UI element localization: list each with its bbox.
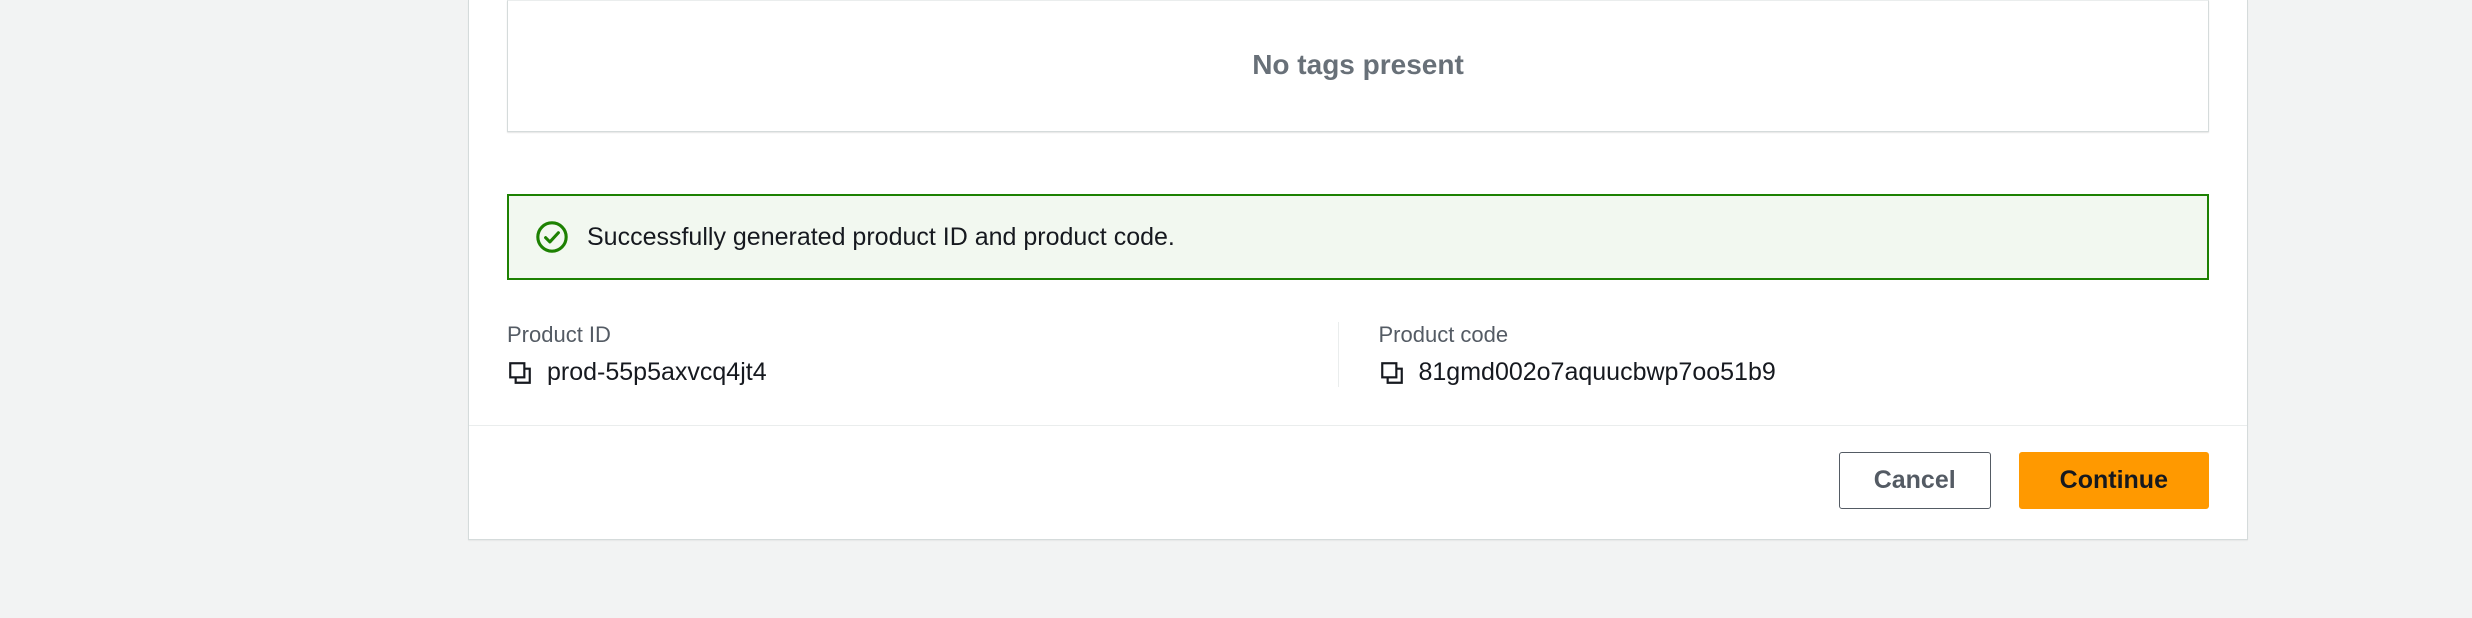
product-id-value-row: prod-55p5axvcq4jt4 <box>507 358 1298 387</box>
continue-button[interactable]: Continue <box>2019 452 2209 509</box>
footer-actions: Cancel Continue <box>469 425 2247 539</box>
product-id-value: prod-55p5axvcq4jt4 <box>547 358 767 387</box>
product-code-value-row: 81gmd002o7aquucbwp7oo51b9 <box>1379 358 2170 387</box>
success-check-icon <box>535 220 569 254</box>
tags-empty-message: No tags present <box>508 1 2208 131</box>
copy-icon[interactable] <box>507 360 533 386</box>
main-panel: No tags present Successfully generated p… <box>468 0 2248 540</box>
alert-message: Successfully generated product ID and pr… <box>587 223 1175 252</box>
inner-content: No tags present Successfully generated p… <box>469 0 2247 425</box>
product-id-column: Product ID prod-55p5axvcq4jt4 <box>507 322 1338 387</box>
cancel-button[interactable]: Cancel <box>1839 452 1991 509</box>
product-code-value: 81gmd002o7aquucbwp7oo51b9 <box>1419 358 1776 387</box>
success-alert: Successfully generated product ID and pr… <box>507 194 2209 280</box>
copy-icon[interactable] <box>1379 360 1405 386</box>
details-row: Product ID prod-55p5axvcq4jt4 Product co… <box>507 322 2209 425</box>
product-code-label: Product code <box>1379 322 2170 348</box>
product-code-column: Product code 81gmd002o7aquucbwp7oo51b9 <box>1338 322 2210 387</box>
tags-panel: No tags present <box>507 0 2209 132</box>
product-id-label: Product ID <box>507 322 1298 348</box>
